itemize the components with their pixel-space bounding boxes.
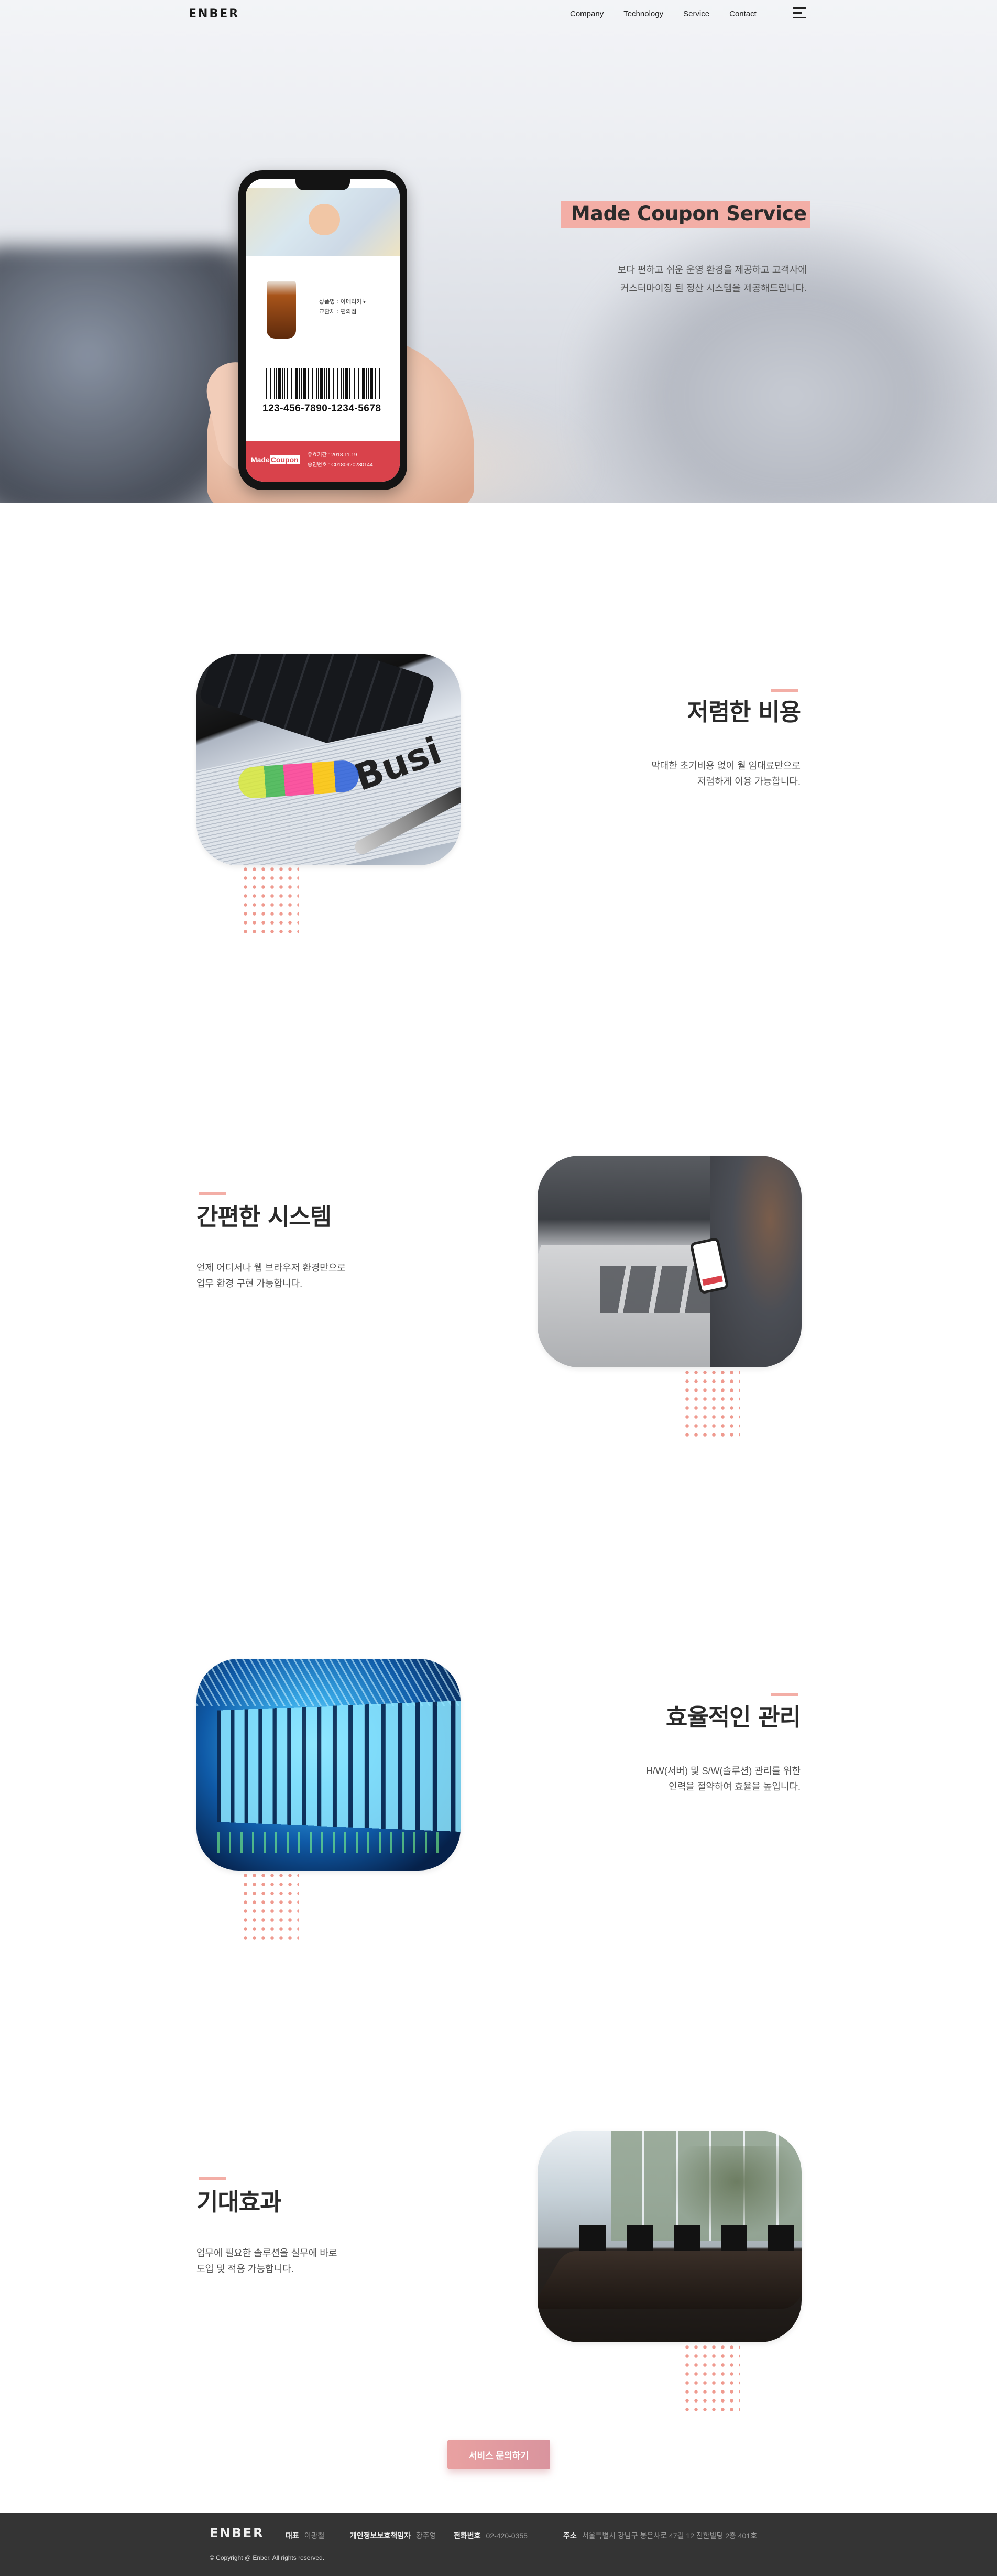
main-nav: Company Technology Service Contact xyxy=(570,9,776,18)
nav-company[interactable]: Company xyxy=(570,9,604,18)
barcode xyxy=(266,368,382,399)
footer-privacy-value: 황주영 xyxy=(416,2531,436,2540)
person xyxy=(710,1156,802,1367)
server-lights xyxy=(217,1832,448,1853)
dot-pattern xyxy=(683,2343,740,2414)
hero-title: Made Coupon Service xyxy=(571,202,807,225)
coupon-expiry: 유효기간 : 2018.11.19 xyxy=(308,450,373,460)
footer-phone-value: 02-420-0355 xyxy=(486,2531,528,2540)
footer-address-value: 서울특별시 강남구 봉은사로 47길 12 진한빌딩 2층 401호 xyxy=(582,2531,757,2540)
hero-description-line-2: 커스터마이징 된 정산 시스템을 제공해드립니다. xyxy=(513,279,807,298)
feature-description: 막대한 초기비용 없이 월 임대료만으로 저렴하게 이용 가능합니다. xyxy=(651,758,801,789)
barcode-number: 123-456-7890-1234-5678 xyxy=(262,403,381,415)
coupon-brand-made: Made xyxy=(251,455,270,464)
phone-coupon xyxy=(702,1276,723,1286)
phone-table-image xyxy=(538,1156,802,1367)
feature-description-line-1: 언제 어디서나 웹 브라우저 환경만으로 xyxy=(196,1260,346,1276)
accent-bar xyxy=(771,689,798,692)
feature-description-line-2: 업무 환경 구현 가능합니다. xyxy=(196,1276,346,1291)
site-header: ENBER Company Technology Service Contact xyxy=(0,0,997,31)
feature-description-line-2: 도입 및 적용 가능합니다. xyxy=(196,2261,337,2277)
footer-privacy-officer: 개인정보보호책임자 황주영 xyxy=(350,2530,436,2541)
feature-title: 간편한 시스템 xyxy=(196,1198,331,1232)
hero-title-highlight: Made Coupon Service xyxy=(561,201,810,228)
nav-service[interactable]: Service xyxy=(683,9,709,18)
hero-description-line-1: 보다 편하고 쉬운 운영 환경을 제공하고 고객사에 xyxy=(513,261,807,279)
phone-mockup: 상품명 : 아메리카노 교환처 : 편의점 123-456-7890-1234-… xyxy=(238,170,407,490)
feature-title: 저렴한 비용 xyxy=(687,693,801,727)
feature-description-line-2: 인력을 절약하여 효율을 높입니다. xyxy=(646,1779,801,1795)
cables xyxy=(196,1659,461,1706)
feature-description-line-1: H/W(서버) 및 S/W(솔루션) 관리를 위한 xyxy=(646,1763,801,1779)
feature-description-line-2: 저렴하게 이용 가능합니다. xyxy=(651,774,801,789)
hero-section: 상품명 : 아메리카노 교환처 : 편의점 123-456-7890-1234-… xyxy=(0,0,997,503)
footer-phone: 전화번호 02-420-0355 xyxy=(454,2530,528,2541)
feature-description-line-1: 업무에 필요한 솔루션을 실무에 바로 xyxy=(196,2245,337,2261)
feature-description-line-1: 막대한 초기비용 없이 월 임대료만으로 xyxy=(651,758,801,774)
coupon-product: 상품명 : 아메리카노 xyxy=(319,297,367,307)
hamburger-menu-icon[interactable] xyxy=(793,7,806,19)
feature-description: H/W(서버) 및 S/W(솔루션) 관리를 위한 인력을 절약하여 효율을 높… xyxy=(646,1763,801,1795)
dot-pattern xyxy=(683,1368,740,1439)
coupon-screen: 상품명 : 아메리카노 교환처 : 편의점 123-456-7890-1234-… xyxy=(246,179,400,482)
footer-address: 주소 서울특별시 강남구 봉은사로 47길 12 진한빌딩 2층 401호 xyxy=(563,2530,757,2541)
footer-ceo: 대표 이광철 xyxy=(286,2530,324,2541)
accent-bar xyxy=(771,1693,798,1696)
dot-pattern xyxy=(241,1871,299,1942)
coupon-info: 상품명 : 아메리카노 교환처 : 편의점 xyxy=(319,297,367,317)
footer-phone-label: 전화번호 xyxy=(454,2531,481,2540)
footer-address-label: 주소 xyxy=(563,2531,577,2540)
nav-contact[interactable]: Contact xyxy=(729,9,757,18)
feature-title: 기대효과 xyxy=(196,2183,281,2217)
feature-description: 언제 어디서나 웹 브라우저 환경만으로 업무 환경 구현 가능합니다. xyxy=(196,1260,346,1291)
menu-line xyxy=(793,12,802,14)
server-rack-image xyxy=(196,1659,461,1871)
feature-description: 업무에 필요한 솔루션을 실무에 바로 도입 및 적용 가능합니다. xyxy=(196,2245,337,2277)
menu-line xyxy=(793,17,806,18)
coupon-banner-image xyxy=(246,188,400,256)
coupon-brand: Made Coupon xyxy=(251,455,300,464)
cake-graphic xyxy=(309,204,340,235)
footer-copyright: © Copyright @ Enber. All rights reserved… xyxy=(210,2554,324,2561)
calculator-image: Busi xyxy=(196,654,461,865)
dot-pattern xyxy=(241,865,299,936)
accent-bar xyxy=(199,2177,226,2180)
coupon-footer: Made Coupon 유효기간 : 2018.11.19 승인번호 : C018… xyxy=(246,441,400,482)
phone-notch xyxy=(295,179,350,190)
conference-table xyxy=(538,2251,802,2309)
coupon-meta: 유효기간 : 2018.11.19 승인번호 : C0180920230144 xyxy=(308,450,373,470)
meeting-room-image xyxy=(538,2131,802,2342)
nav-technology[interactable]: Technology xyxy=(623,9,663,18)
iced-coffee-image xyxy=(267,281,296,339)
coupon-approval: 승인번호 : C0180920230144 xyxy=(308,460,373,470)
hero-description: 보다 편하고 쉬운 운영 환경을 제공하고 고객사에 커스터마이징 된 정산 시… xyxy=(513,261,807,298)
footer-logo: ENBER xyxy=(210,2526,265,2540)
footer-ceo-label: 대표 xyxy=(286,2531,299,2540)
service-inquiry-button[interactable]: 서비스 문의하기 xyxy=(447,2440,550,2469)
site-logo[interactable]: ENBER xyxy=(189,7,239,20)
coupon-brand-coupon: Coupon xyxy=(270,455,300,464)
footer-ceo-value: 이광철 xyxy=(304,2531,325,2540)
accent-bar xyxy=(199,1192,226,1195)
trees xyxy=(669,2146,802,2235)
site-footer: ENBER 대표 이광철 개인정보보호책임자 황주영 전화번호 02-420-0355… xyxy=(0,2513,997,2576)
server-racks xyxy=(217,1701,461,1832)
menu-line xyxy=(793,7,806,9)
feature-title: 효율적인 관리 xyxy=(666,1698,801,1732)
footer-privacy-label: 개인정보보호책임자 xyxy=(350,2531,411,2540)
coupon-store: 교환처 : 편의점 xyxy=(319,307,367,317)
